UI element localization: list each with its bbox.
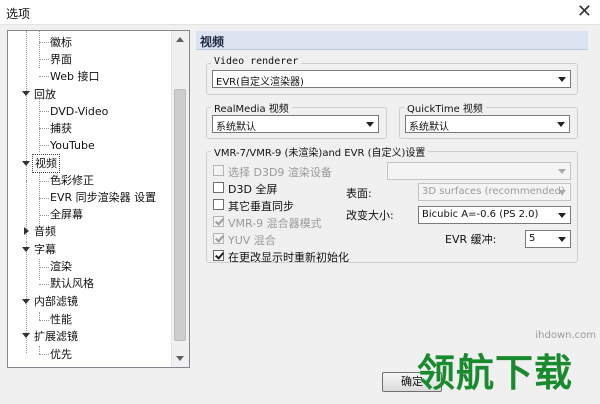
vmr-settings-group: VMR-7/VMR-9 (未渲染)and EVR (自定义)设置 选择 D3D9…: [206, 144, 578, 264]
tree-item-playback[interactable]: 回放: [34, 86, 56, 103]
evr-buffer-select[interactable]: 5: [525, 230, 571, 248]
tree-item-dvd-video[interactable]: DVD-Video: [50, 103, 108, 120]
evr-buffer-value: 5: [529, 233, 536, 244]
vmr-settings-legend: VMR-7/VMR-9 (未渲染)and EVR (自定义)设置: [211, 144, 429, 159]
panel-header: 视频: [196, 31, 588, 50]
tree-item-subtitles[interactable]: 字幕: [34, 241, 56, 258]
tree-item-interface[interactable]: 界面: [50, 51, 72, 68]
reinit-label: 在更改显示时重新初始化: [228, 251, 349, 264]
video-renderer-legend: Video renderer: [211, 56, 302, 67]
tree-item-web-interface[interactable]: Web 接口: [50, 68, 99, 85]
tree-item-external-filters[interactable]: 扩展滤镜: [34, 328, 78, 345]
tree-item-evr-settings[interactable]: EVR 同步渲染器 设置: [50, 189, 156, 206]
quicktime-group: QuickTime 视频 系统默认: [399, 100, 578, 139]
checkbox-box: [213, 233, 224, 244]
video-renderer-value: EVR(自定义渲染器): [216, 77, 304, 88]
tree-item-internal-filters[interactable]: 内部滤镜: [34, 293, 78, 310]
checkbox-box: [213, 165, 224, 176]
expand-icon[interactable]: [22, 91, 30, 96]
tree-item-rendering[interactable]: 渲染: [50, 258, 72, 275]
watermark-logo: 领航下载: [417, 351, 574, 395]
checkbox-box: [213, 182, 224, 193]
yuv-mix-label: YUV 混合: [228, 234, 276, 247]
tree-item-audio[interactable]: 音频: [34, 223, 56, 240]
panel-title: 视频: [200, 35, 225, 49]
checkbox-box: [213, 216, 224, 227]
surface-select[interactable]: 3D surfaces (recommended): [418, 183, 571, 201]
watermark-site: ihdown.com: [535, 330, 596, 341]
close-icon[interactable]: ✕: [577, 1, 592, 22]
checkbox-box: [213, 250, 224, 261]
d3d9-device-select[interactable]: [387, 162, 571, 180]
tree-item-youtube[interactable]: YouTube: [50, 137, 95, 154]
evr-buffer-label: EVR 缓冲:: [445, 233, 497, 246]
chevron-down-icon: [558, 213, 566, 218]
quicktime-select[interactable]: 系统默认: [405, 115, 570, 133]
window-title: 选项: [6, 7, 31, 21]
realmedia-legend: RealMedia 视频: [211, 100, 292, 115]
title-bar: 选项 ✕: [0, 0, 600, 25]
expand-icon[interactable]: [22, 299, 30, 304]
scroll-up-icon[interactable]: [176, 37, 184, 42]
scrollbar-thumb[interactable]: [174, 89, 186, 341]
vsync-label: 其它垂直同步: [228, 200, 294, 213]
chevron-down-icon: [557, 122, 565, 127]
tree-item-performance[interactable]: 性能: [50, 311, 72, 328]
chevron-down-icon: [558, 237, 566, 242]
resize-value: Bicubic A=-0.6 (PS 2.0): [422, 209, 539, 220]
tree-item-fullscreen[interactable]: 全屏幕: [50, 206, 83, 223]
resize-label: 改变大小:: [346, 209, 394, 222]
expand-icon[interactable]: [22, 161, 30, 166]
surface-label: 表面:: [346, 187, 372, 200]
realmedia-value: 系统默认: [216, 122, 256, 133]
scroll-down-icon[interactable]: [176, 356, 184, 361]
tree-item-logo[interactable]: 徽标: [50, 34, 72, 51]
realmedia-group: RealMedia 视频 系统默认: [206, 100, 387, 139]
quicktime-legend: QuickTime 视频: [404, 100, 486, 115]
resize-select[interactable]: Bicubic A=-0.6 (PS 2.0): [418, 206, 571, 224]
tree-item-video[interactable]: 视频: [32, 154, 60, 173]
expand-icon[interactable]: [22, 247, 30, 252]
chevron-down-icon: [558, 77, 566, 82]
tree-item-capture[interactable]: 捕获: [50, 120, 72, 137]
chevron-down-icon: [366, 122, 374, 127]
tree-item-color-correction[interactable]: 色彩修正: [50, 172, 94, 189]
chevron-down-icon: [558, 169, 566, 174]
video-settings-panel: 视频 Video renderer EVR(自定义渲染器) RealMedia …: [196, 31, 588, 368]
tree-item-priority[interactable]: 优先: [50, 346, 72, 363]
vmr9-mixer-label: VMR-9 混合器模式: [228, 217, 322, 230]
checkbox-box: [213, 199, 224, 210]
site-watermark: ihdown.com 领航下载: [405, 330, 600, 404]
quicktime-value: 系统默认: [409, 122, 449, 133]
chevron-down-icon: [558, 190, 566, 195]
surface-value: 3D surfaces (recommended): [422, 186, 565, 197]
options-tree[interactable]: 徽标 界面 Web 接口 回放 DVD-Video 捕获 YouTube 视频 …: [7, 30, 190, 368]
options-window: 选项 ✕ 徽标 界面 Web 接口 回放 DVD-Video 捕获 YouTub…: [0, 0, 600, 404]
video-renderer-group: Video renderer EVR(自定义渲染器): [206, 56, 578, 95]
tree-item-default-style[interactable]: 默认风格: [50, 275, 94, 292]
collapse-icon[interactable]: [24, 227, 29, 235]
expand-icon[interactable]: [22, 333, 30, 338]
realmedia-select[interactable]: 系统默认: [212, 115, 379, 133]
tree-scrollbar[interactable]: [171, 31, 189, 367]
select-d3d9-label: 选择 D3D9 渲染设备: [228, 166, 332, 179]
video-renderer-select[interactable]: EVR(自定义渲染器): [212, 70, 571, 88]
d3d-fullscreen-label: D3D 全屏: [228, 183, 278, 196]
